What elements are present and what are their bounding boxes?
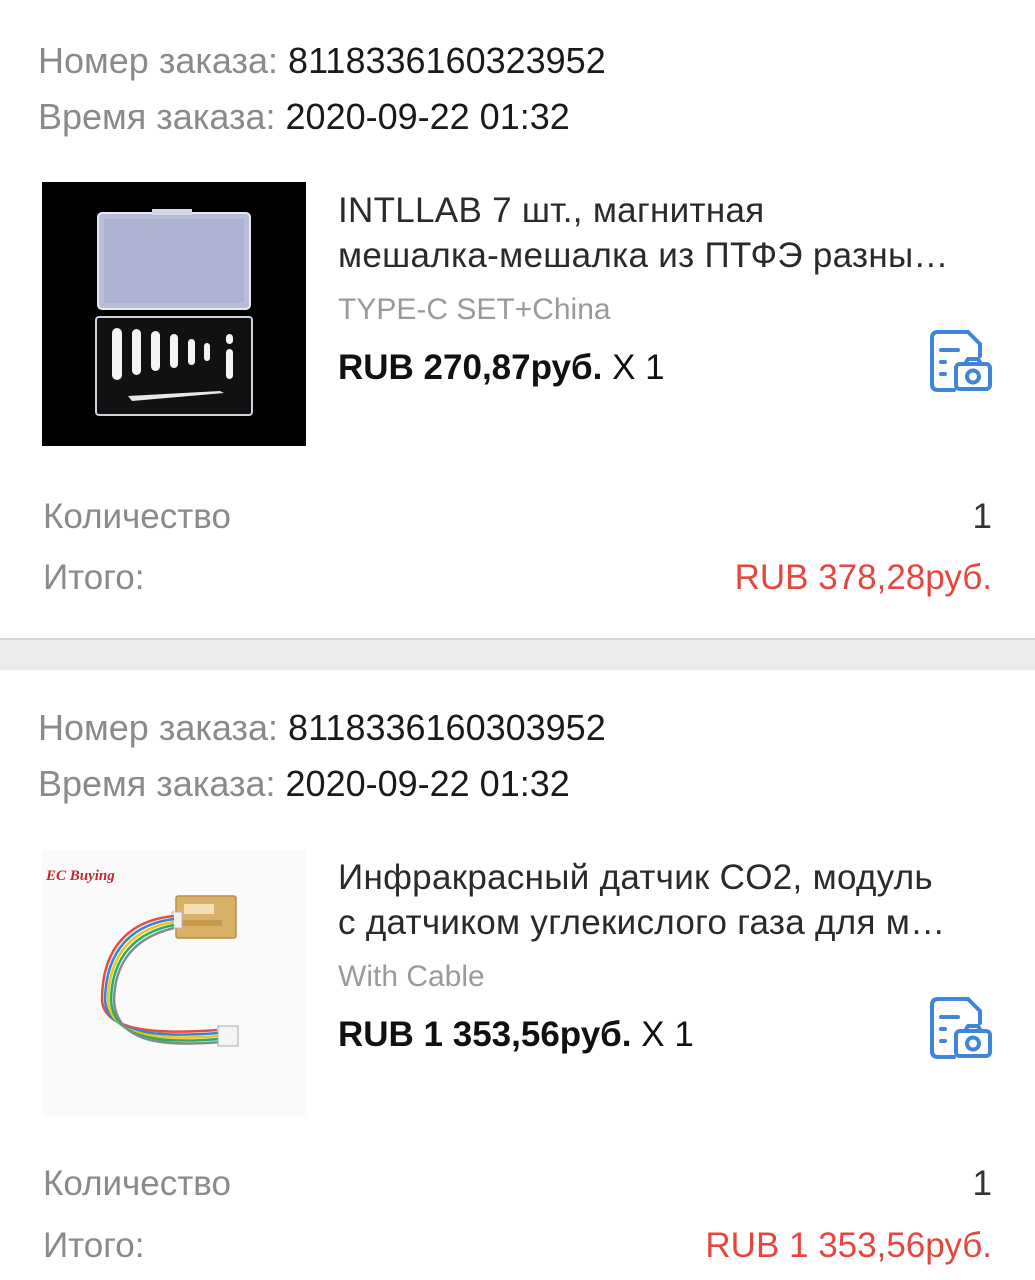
product-title-line: мешалка-мешалка из ПТФЭ разны…	[338, 236, 949, 275]
product-quantity-multiplier: X 1	[641, 1015, 694, 1054]
order-number-label: Номер заказа:	[38, 707, 279, 748]
product-variant: TYPE-C SET+China	[338, 293, 611, 326]
quantity-value: 1	[972, 1164, 992, 1203]
co2-sensor-image: EC Buying	[42, 850, 306, 1116]
order-number-label: Номер заказа:	[38, 40, 279, 81]
order-time-label: Время заказа:	[38, 763, 276, 804]
product-variant: With Cable	[338, 960, 485, 993]
price-row: RUB 270,87руб. X 1	[338, 348, 665, 388]
total-label: Итого:	[43, 1226, 145, 1265]
price-row: RUB 1 353,56руб. X 1	[338, 1015, 694, 1055]
product-title-line: INTLLAB 7 шт., магнитная	[338, 191, 765, 230]
product-title-line: Инфракрасный датчик CO2, модуль	[338, 858, 933, 897]
order-time: 2020-09-22 01:32	[285, 96, 570, 137]
total-value: RUB 378,28руб.	[734, 558, 992, 597]
order-card: Номер заказа: 8118336160303952 Время зак…	[0, 670, 1035, 1280]
product-quantity-multiplier: X 1	[612, 348, 665, 387]
total-value: RUB 1 353,56руб.	[705, 1226, 992, 1265]
quantity-label: Количество	[43, 1164, 231, 1203]
order-time-label: Время заказа:	[38, 96, 276, 137]
order-time-row: Время заказа: 2020-09-22 01:32	[38, 97, 570, 137]
order-number-row: Номер заказа: 8118336160323952	[38, 41, 606, 81]
order-number-row: Номер заказа: 8118336160303952	[38, 708, 606, 748]
product-price: RUB 270,87руб.	[338, 348, 603, 387]
product-image[interactable]: EC Buying	[42, 850, 306, 1116]
product-title-line: с датчиком углекислого газа для м…	[338, 903, 946, 942]
order-number: 8118336160303952	[288, 707, 606, 748]
quantity-value: 1	[972, 497, 992, 536]
order-card: Номер заказа: 8118336160323952 Время зак…	[0, 0, 1035, 640]
product-price: RUB 1 353,56руб.	[338, 1015, 632, 1054]
product-title[interactable]: INTLLAB 7 шт., магнитная мешалка-мешалка…	[338, 188, 998, 278]
order-time-row: Время заказа: 2020-09-22 01:32	[38, 764, 570, 804]
quantity-label: Количество	[43, 497, 231, 536]
image-caption: EC Buying	[45, 868, 115, 884]
product-image[interactable]	[42, 182, 306, 446]
document-camera-icon[interactable]	[928, 995, 994, 1061]
order-time: 2020-09-22 01:32	[285, 763, 570, 804]
product-title[interactable]: Инфракрасный датчик CO2, модуль с датчик…	[338, 855, 998, 945]
order-number: 8118336160323952	[288, 40, 606, 81]
total-label: Итого:	[43, 558, 145, 597]
stir-bar-set-image	[42, 182, 306, 446]
document-camera-icon[interactable]	[928, 328, 994, 394]
